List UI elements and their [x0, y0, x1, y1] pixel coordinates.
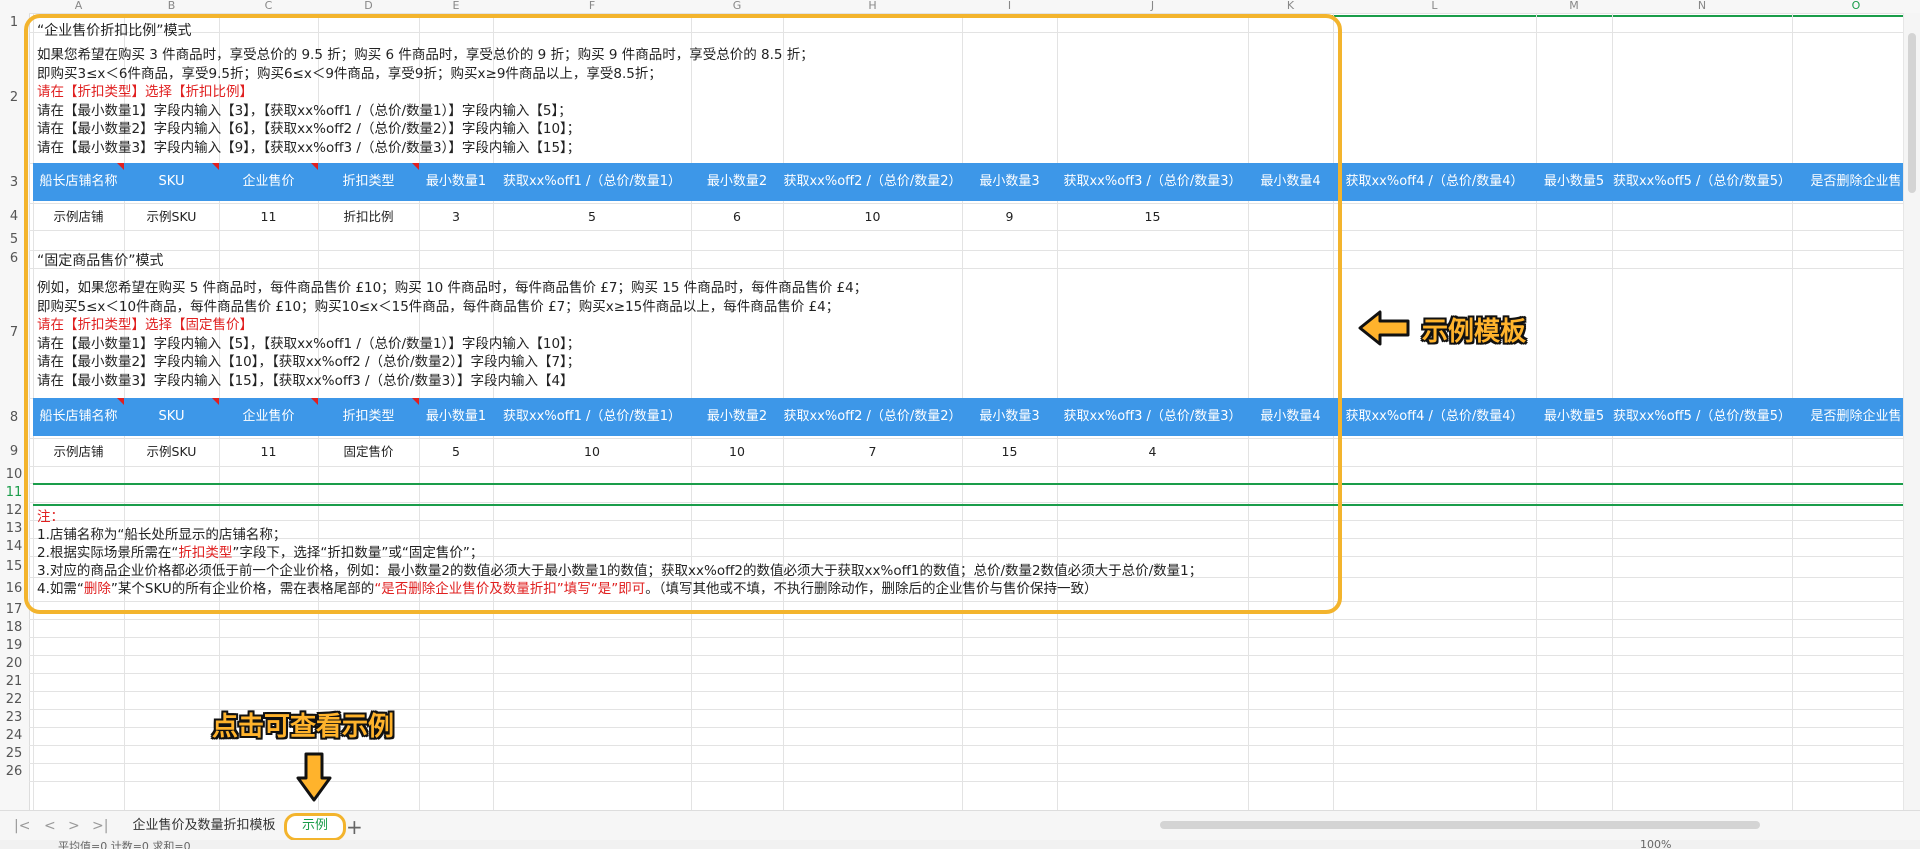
column-header-l[interactable]: L: [1333, 0, 1536, 12]
tab-example[interactable]: 示例: [284, 813, 346, 841]
row-header-20[interactable]: 20: [0, 655, 28, 673]
column-header-e[interactable]: E: [419, 0, 493, 12]
table1-header-cell[interactable]: 获取xx%off4 /（总价/数量4）: [1333, 163, 1536, 201]
first-sheet-icon[interactable]: |<: [14, 818, 30, 834]
tab-template[interactable]: 企业售价及数量折扣模板: [126, 815, 282, 837]
tab-hint-label: 点击可查看示例: [212, 712, 395, 742]
table2-header-cell[interactable]: 获取xx%off4 /（总价/数量4）: [1333, 398, 1536, 436]
grid-hline: [29, 691, 1920, 692]
column-header-n[interactable]: N: [1612, 0, 1792, 12]
column-header-d[interactable]: D: [318, 0, 419, 12]
example-highlight-frame: [24, 14, 1342, 614]
column-header-c[interactable]: C: [219, 0, 318, 12]
horizontal-scrollbar[interactable]: [1130, 819, 1890, 831]
status-bar: 平均值=0 计数=0 求和=0 100%: [0, 840, 1920, 849]
sheet-tab-bar: |< < > >| 企业售价及数量折扣模板 示例 +: [0, 810, 1920, 841]
vertical-scrollbar[interactable]: [1903, 13, 1920, 810]
row9-cell[interactable]: [1792, 438, 1920, 465]
grid-hline: [29, 619, 1920, 620]
column-header-i[interactable]: I: [962, 0, 1057, 12]
next-sheet-icon[interactable]: >: [68, 818, 80, 834]
row4-cell[interactable]: [1612, 203, 1792, 230]
row4-cell[interactable]: [1333, 203, 1536, 230]
table1-header-cell[interactable]: 是否删除企业售: [1792, 163, 1920, 201]
down-arrow-icon: [296, 752, 332, 802]
column-header-k[interactable]: K: [1248, 0, 1333, 12]
row9-cell[interactable]: [1333, 438, 1536, 465]
row-header-26[interactable]: 26: [0, 763, 28, 781]
column-header-b[interactable]: B: [124, 0, 219, 12]
table2-header-cell[interactable]: 是否删除企业售: [1792, 398, 1920, 436]
spreadsheet-grid[interactable]: ABCDEFGHIJKLMNO 1 2 3 4 5 6 7 8 9 10 11 12 13 14 15 16 1…: [0, 0, 1920, 849]
row-header-19[interactable]: 19: [0, 637, 28, 655]
column-header-j[interactable]: J: [1057, 0, 1248, 12]
row-header-22[interactable]: 22: [0, 691, 28, 709]
table1-header-cell[interactable]: 获取xx%off5 /（总价/数量5）: [1612, 163, 1792, 201]
row4-cell[interactable]: [1792, 203, 1920, 230]
row-header-18[interactable]: 18: [0, 619, 28, 637]
left-arrow-icon: [1358, 310, 1410, 346]
grid-hline: [29, 637, 1920, 638]
horizontal-scroll-thumb[interactable]: [1160, 821, 1760, 829]
grid-hline: [29, 673, 1920, 674]
add-sheet-icon[interactable]: +: [346, 815, 363, 839]
row9-cell[interactable]: [1612, 438, 1792, 465]
table1-header-cell[interactable]: 最小数量5: [1536, 163, 1612, 201]
grid-hline: [29, 745, 1920, 746]
prev-sheet-icon[interactable]: <: [44, 818, 56, 834]
row4-cell[interactable]: [1536, 203, 1612, 230]
vertical-scroll-thumb[interactable]: [1908, 33, 1916, 193]
column-header-a[interactable]: A: [33, 0, 124, 12]
zoom-level[interactable]: 100%: [1640, 840, 1671, 849]
row-header-23[interactable]: 23: [0, 709, 28, 727]
example-template-label: 示例模板: [1422, 317, 1527, 347]
row9-cell[interactable]: [1536, 438, 1612, 465]
row-header-24[interactable]: 24: [0, 727, 28, 745]
grid-hline: [29, 655, 1920, 656]
column-header-o[interactable]: O: [1792, 0, 1920, 12]
table2-header-cell[interactable]: 最小数量5: [1536, 398, 1612, 436]
status-text: 平均值=0 计数=0 求和=0: [58, 840, 191, 849]
column-header-f[interactable]: F: [493, 0, 691, 12]
table2-header-cell[interactable]: 获取xx%off5 /（总价/数量5）: [1612, 398, 1792, 436]
row-header-21[interactable]: 21: [0, 673, 28, 691]
column-header-g[interactable]: G: [691, 0, 783, 12]
last-sheet-icon[interactable]: >|: [92, 818, 108, 834]
row-header-17[interactable]: 17: [0, 601, 28, 619]
column-header-m[interactable]: M: [1536, 0, 1612, 12]
column-header-h[interactable]: H: [783, 0, 962, 12]
row-header-25[interactable]: 25: [0, 745, 28, 763]
